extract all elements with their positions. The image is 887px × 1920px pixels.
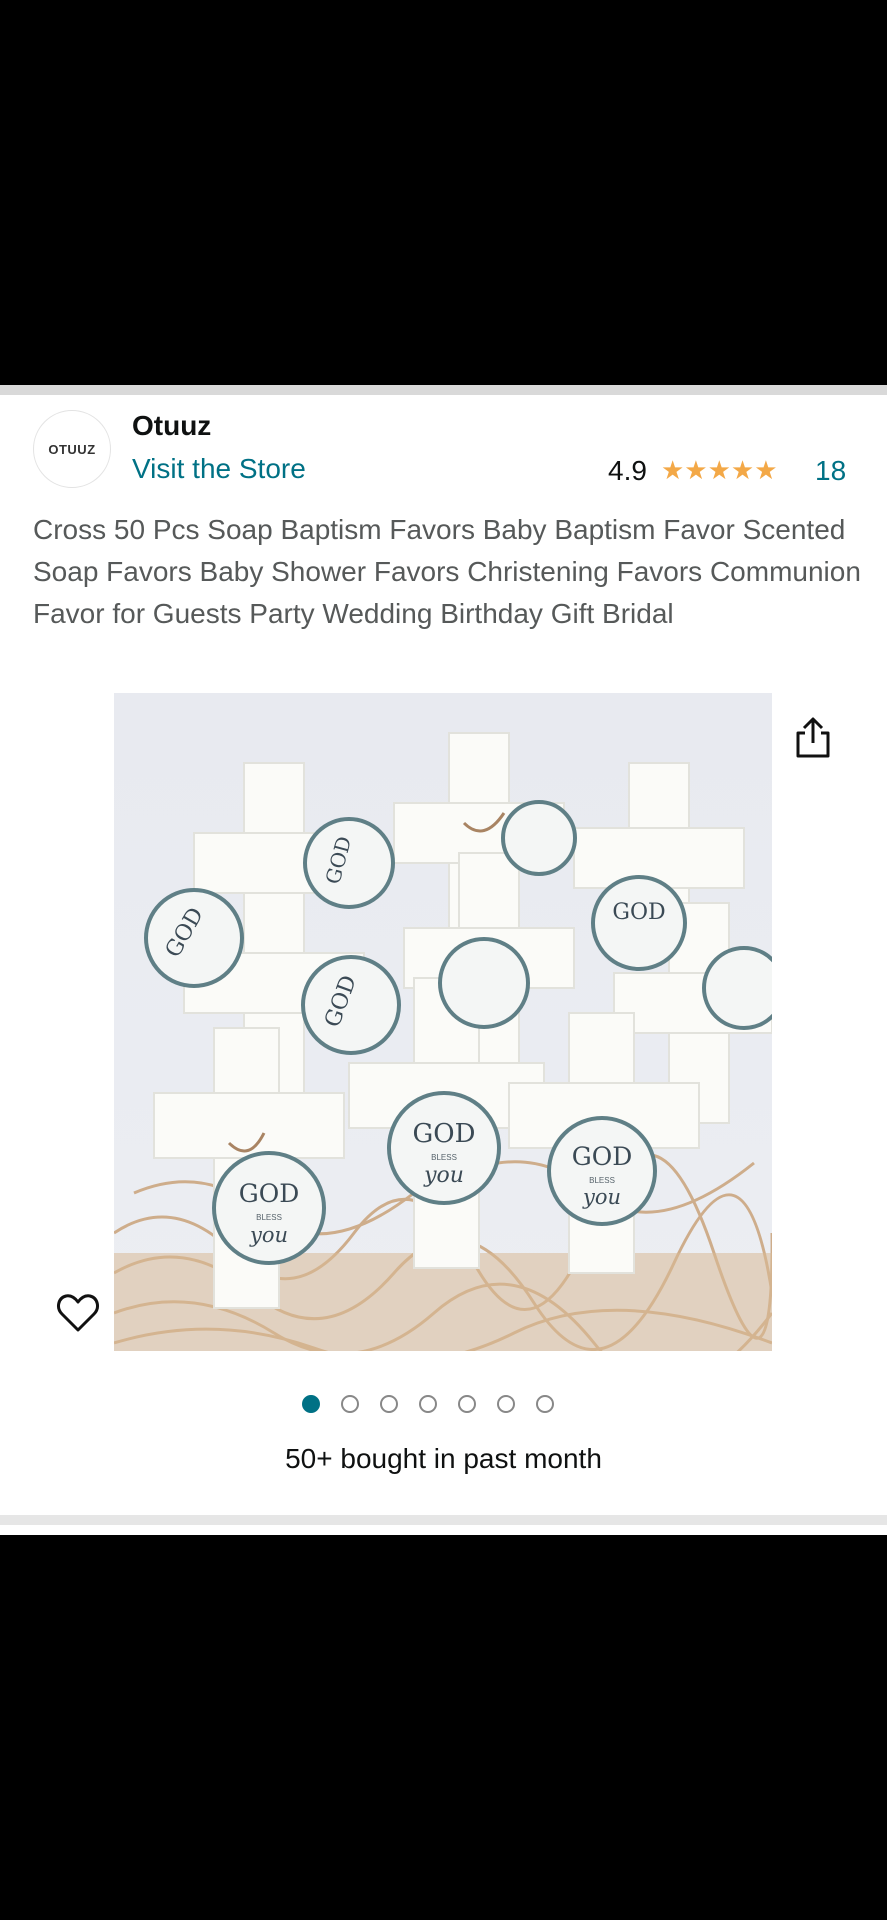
tag-script-2: you: [582, 1185, 621, 1209]
product-image[interactable]: GOD BLESS you GOD BLESS you GOD BLESS yo…: [114, 693, 772, 1351]
brand-name: Otuuz: [132, 410, 212, 441]
carousel-dot-4[interactable]: [419, 1395, 437, 1413]
carousel-dot-1[interactable]: [302, 1395, 320, 1413]
carousel-dot-3[interactable]: [380, 1395, 398, 1413]
share-icon[interactable]: [793, 715, 833, 759]
tag-text-6: GOD: [612, 900, 665, 925]
carousel-dot-2[interactable]: [341, 1395, 359, 1413]
tag-script-3: you: [249, 1223, 288, 1247]
visit-store-link[interactable]: Visit the Store: [132, 453, 306, 485]
product-card: OTUUZ Otuuz Visit the Store 4.9 ★★★★★ 18…: [0, 385, 887, 1535]
rating-stars[interactable]: ★★★★★: [661, 455, 778, 486]
divider-bottom: [0, 1515, 887, 1525]
store-logo[interactable]: OTUUZ: [33, 410, 111, 488]
heart-icon[interactable]: [56, 1293, 100, 1333]
rating-value: 4.9: [608, 455, 647, 486]
tag-small-1: BLESS: [431, 1153, 457, 1162]
tag-script-1: you: [423, 1163, 464, 1188]
product-title: Cross 50 Pcs Soap Baptism Favors Baby Ba…: [33, 514, 861, 629]
tag-text-3: GOD: [239, 1179, 300, 1208]
tag-small-3: BLESS: [256, 1213, 282, 1222]
tag-text-1: GOD: [413, 1119, 476, 1149]
tag-small-2: BLESS: [589, 1176, 615, 1185]
rating-count[interactable]: 18: [815, 455, 846, 487]
tag-text-2: GOD: [572, 1142, 633, 1171]
product-photo: GOD BLESS you GOD BLESS you GOD BLESS yo…: [114, 693, 772, 1351]
divider-top: [0, 385, 887, 395]
bought-count: 50+ bought in past month: [285, 1443, 602, 1474]
carousel-dot-6[interactable]: [497, 1395, 515, 1413]
carousel-dot-7[interactable]: [536, 1395, 554, 1413]
carousel-dot-5[interactable]: [458, 1395, 476, 1413]
store-logo-text: OTUUZ: [48, 441, 96, 457]
carousel-dots: [302, 1395, 554, 1417]
